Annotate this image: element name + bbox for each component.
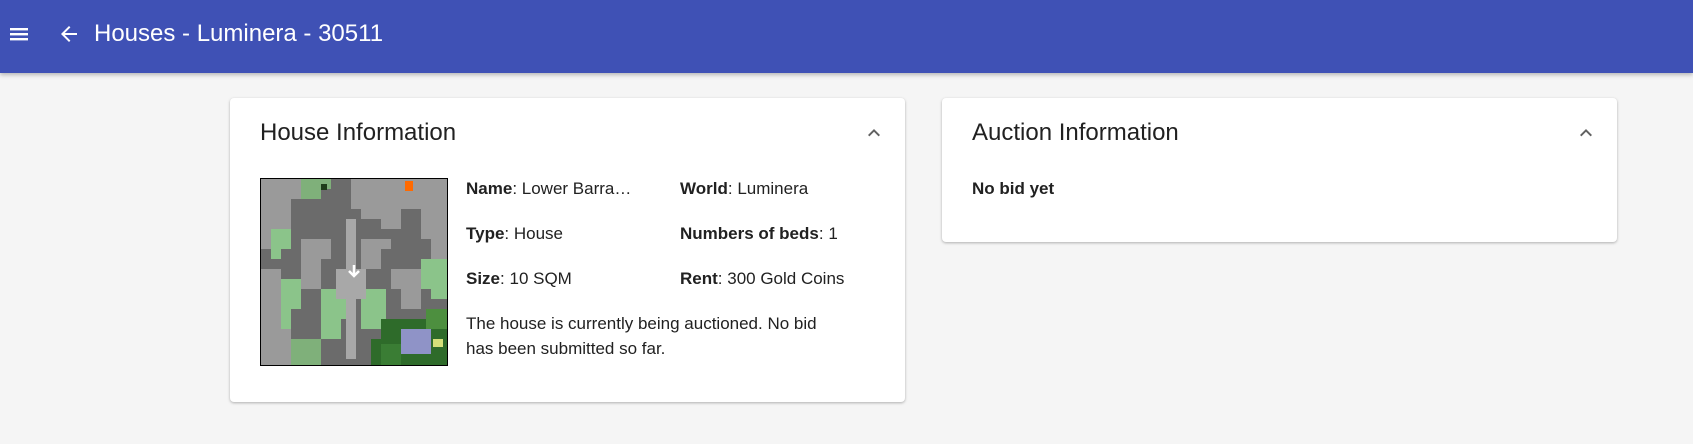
house-size-label: Size [466,269,501,288]
house-world-value: Luminera [737,179,809,198]
map-image [261,179,447,365]
chevron-up-icon [868,129,880,137]
auction-status-text: The house is currently being auctioned. … [466,314,817,358]
house-collapse-button[interactable] [859,118,889,148]
menu-button[interactable] [0,14,38,54]
hamburger-menu-icon [10,28,28,41]
house-information-title: House Information [260,119,457,146]
house-rent-label: Rent [680,269,718,288]
house-type-field: Type: House [466,224,564,243]
house-world-label: World [680,179,728,198]
house-rent-value: 300 Gold Coins [727,269,845,288]
arrow-left-icon [61,26,77,42]
house-size-field: Size: 10 SQM [466,269,572,288]
house-world-field: World: Luminera [680,179,809,198]
house-map [260,178,448,366]
house-beds-field: Numbers of beds: 1 [680,224,838,243]
auction-collapse-button[interactable] [1571,118,1601,148]
house-type-value: House [513,224,564,243]
house-information-card: House Information Name: Lower Barra… Wor… [230,98,905,402]
back-button[interactable] [49,14,89,54]
no-bid-label: No bid yet [972,179,1055,198]
auction-information-card: Auction Information No bid yet [942,98,1617,242]
house-beds-value: 1 [828,224,838,243]
chevron-up-icon [1580,129,1592,137]
house-name-field: Name: Lower Barra… [466,179,632,198]
house-rent-field: Rent: 300 Gold Coins [680,269,845,288]
house-name-label: Name [466,179,513,198]
house-type-label: Type [466,224,505,243]
house-beds-label: Numbers of beds [680,224,819,243]
house-size-value: 10 SQM [509,269,572,288]
auction-information-title: Auction Information [972,119,1179,146]
house-name-value: Lower Barra… [521,179,632,198]
page-title: Houses - Luminera - 30511 [94,20,384,47]
app-bar: Houses - Luminera - 30511 [0,0,1693,73]
